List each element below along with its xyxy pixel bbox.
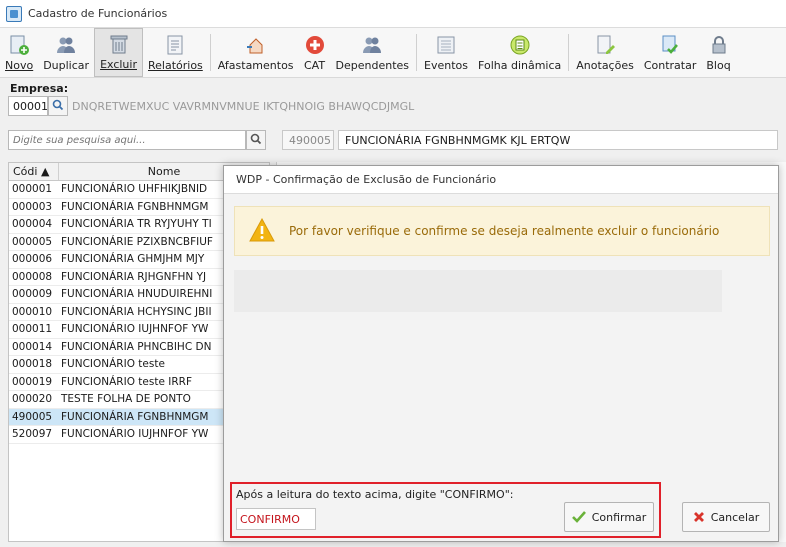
cell-code: 000014 bbox=[12, 340, 53, 353]
cell-code: 000010 bbox=[12, 305, 53, 318]
duplicate-button[interactable]: Duplicar bbox=[38, 28, 94, 77]
close-icon bbox=[693, 511, 705, 523]
company-label: Empresa: bbox=[10, 82, 69, 95]
red-cross-icon bbox=[304, 34, 326, 56]
company-row: 00001 DNQRETWEMXUC VAVRMNVMNUE IKTQHNOIG… bbox=[8, 96, 414, 116]
cell-code: 000020 bbox=[12, 393, 53, 406]
search-row bbox=[8, 130, 266, 150]
reports-button[interactable]: Relatórios bbox=[143, 28, 208, 77]
cell-code: 000019 bbox=[12, 375, 53, 388]
company-code-field[interactable]: 00001 bbox=[8, 96, 48, 116]
window-title: Cadastro de Funcionários bbox=[28, 7, 168, 20]
warning-banner: Por favor verifique e confirme se deseja… bbox=[234, 206, 770, 256]
cell-code: 000008 bbox=[12, 270, 53, 283]
report-icon bbox=[164, 34, 186, 56]
toolbar-separator bbox=[416, 34, 418, 71]
new-button[interactable]: Novo bbox=[0, 28, 38, 77]
document-edit-icon bbox=[594, 34, 616, 56]
dialog-title: WDP - Confirmação de Exclusão de Funcion… bbox=[224, 166, 778, 194]
toolbar-separator bbox=[209, 34, 211, 71]
details-strip bbox=[234, 270, 722, 312]
company-search-button[interactable] bbox=[48, 96, 68, 116]
dynamic-payroll-button[interactable]: Folha dinâmica bbox=[473, 28, 566, 77]
search-icon bbox=[52, 99, 64, 114]
employee-search-button[interactable] bbox=[246, 130, 266, 150]
cell-code: 000018 bbox=[12, 358, 53, 371]
trash-icon bbox=[108, 33, 130, 55]
block-button[interactable]: Bloq bbox=[701, 28, 735, 77]
events-button[interactable]: Eventos bbox=[419, 28, 473, 77]
company-name: DNQRETWEMXUC VAVRMNVMNUE IKTQHNOIG BHAWQ… bbox=[72, 99, 415, 113]
dependents-button[interactable]: Dependentes bbox=[331, 28, 415, 77]
delete-button[interactable]: Excluir bbox=[94, 28, 143, 77]
toolbar-separator bbox=[568, 34, 570, 71]
calculator-icon bbox=[509, 34, 531, 56]
cell-code: 000003 bbox=[12, 200, 53, 213]
confirm-prompt: Após a leitura do texto acima, digite "C… bbox=[236, 488, 514, 501]
new-document-icon bbox=[8, 34, 30, 56]
column-header-code[interactable]: Códi ▲ bbox=[9, 163, 59, 180]
cell-code: 000001 bbox=[12, 183, 53, 196]
cell-code: 000004 bbox=[12, 218, 53, 231]
warning-icon bbox=[249, 217, 275, 245]
warning-message: Por favor verifique e confirme se deseja… bbox=[289, 224, 720, 238]
check-icon bbox=[571, 511, 586, 523]
cell-code: 000005 bbox=[12, 235, 53, 248]
cell-code: 520097 bbox=[12, 428, 53, 441]
users-icon bbox=[55, 34, 77, 56]
cancel-button[interactable]: Cancelar bbox=[682, 502, 770, 532]
app-icon bbox=[6, 5, 22, 22]
lock-icon bbox=[708, 34, 730, 56]
cat-button[interactable]: CAT bbox=[299, 28, 331, 77]
list-icon bbox=[435, 34, 457, 56]
delete-confirmation-dialog: WDP - Confirmação de Exclusão de Funcion… bbox=[223, 165, 779, 542]
cell-code: 490005 bbox=[12, 410, 53, 423]
cell-code: 000011 bbox=[12, 323, 53, 336]
search-icon bbox=[250, 133, 262, 148]
confirm-button[interactable]: Confirmar bbox=[564, 502, 654, 532]
selected-employee-code: 490005 bbox=[282, 130, 334, 150]
contract-check-icon bbox=[659, 34, 681, 56]
users-icon bbox=[361, 34, 383, 56]
confirm-input[interactable] bbox=[236, 508, 316, 530]
home-arrow-icon bbox=[245, 34, 267, 56]
selected-employee-name: FUNCIONÁRIA FGNBHNMGMK KJL ERTQW bbox=[338, 130, 778, 150]
cell-code: 000009 bbox=[12, 288, 53, 301]
notes-button[interactable]: Anotações bbox=[571, 28, 639, 77]
main-toolbar: Novo Duplicar Excluir Relatórios Afastam… bbox=[0, 28, 786, 78]
leaves-button[interactable]: Afastamentos bbox=[213, 28, 299, 77]
cell-code: 000006 bbox=[12, 253, 53, 266]
hire-button[interactable]: Contratar bbox=[639, 28, 702, 77]
search-input[interactable] bbox=[8, 130, 246, 150]
window-titlebar: Cadastro de Funcionários bbox=[0, 0, 786, 28]
